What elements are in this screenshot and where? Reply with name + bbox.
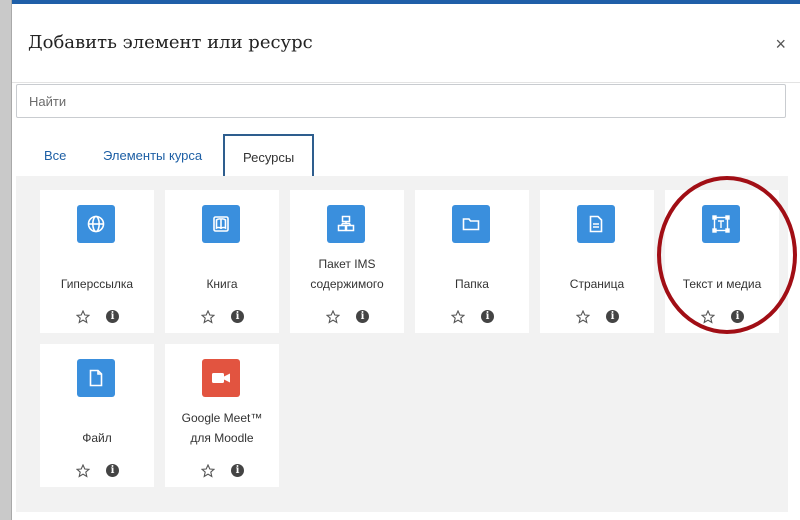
tile-url[interactable]: Гиперссылка i bbox=[40, 190, 154, 333]
dialog-header: Добавить элемент или ресурс × bbox=[12, 8, 800, 83]
text-media-icon bbox=[702, 205, 740, 243]
folder-icon bbox=[452, 205, 490, 243]
info-icon[interactable]: i bbox=[231, 310, 244, 323]
star-outline-icon[interactable] bbox=[701, 310, 715, 324]
close-button[interactable]: × bbox=[775, 34, 786, 55]
tile-folder[interactable]: Папка i bbox=[415, 190, 529, 333]
dialog-title: Добавить элемент или ресурс bbox=[28, 32, 313, 53]
tab-bar: Все Элементы курса Ресурсы bbox=[16, 128, 788, 178]
star-outline-icon[interactable] bbox=[326, 310, 340, 324]
tile-label: Пакет IMS bbox=[318, 257, 376, 271]
info-icon[interactable]: i bbox=[731, 310, 744, 323]
tile-label: Файл bbox=[82, 431, 112, 445]
tile-label: Книга bbox=[206, 277, 238, 291]
tile-label: Гиперссылка bbox=[60, 277, 134, 291]
background-page-edge bbox=[0, 0, 12, 520]
info-icon[interactable]: i bbox=[606, 310, 619, 323]
tile-page[interactable]: Страница i bbox=[540, 190, 654, 333]
video-camera-icon bbox=[202, 359, 240, 397]
tab-activities[interactable]: Элементы курса bbox=[103, 138, 202, 174]
tile-label: Папка bbox=[455, 277, 489, 291]
info-icon[interactable]: i bbox=[481, 310, 494, 323]
window-top-edge bbox=[0, 0, 800, 4]
tab-all[interactable]: Все bbox=[44, 138, 66, 174]
tile-label: Google Meet™ bbox=[181, 411, 263, 425]
star-outline-icon[interactable] bbox=[201, 464, 215, 478]
star-outline-icon[interactable] bbox=[76, 464, 90, 478]
globe-icon bbox=[77, 205, 115, 243]
tile-book[interactable]: Книга i bbox=[165, 190, 279, 333]
package-icon bbox=[327, 205, 365, 243]
info-icon[interactable]: i bbox=[356, 310, 369, 323]
tile-label: содержимого bbox=[310, 277, 384, 291]
module-chooser-grid: Гиперссылка i Книга i Пакет IMS содержим… bbox=[16, 176, 788, 512]
tile-label: Страница bbox=[569, 277, 625, 291]
tile-file[interactable]: Файл i bbox=[40, 344, 154, 487]
search-input[interactable] bbox=[16, 84, 786, 118]
info-icon[interactable]: i bbox=[106, 464, 119, 477]
tile-ims-package[interactable]: Пакет IMS содержимого i bbox=[290, 190, 404, 333]
info-icon[interactable]: i bbox=[106, 310, 119, 323]
tile-text-media[interactable]: Текст и медиа i bbox=[665, 190, 779, 333]
tile-label: для Moodle bbox=[190, 431, 254, 445]
star-outline-icon[interactable] bbox=[76, 310, 90, 324]
star-outline-icon[interactable] bbox=[576, 310, 590, 324]
tile-google-meet[interactable]: Google Meet™ для Moodle i bbox=[165, 344, 279, 487]
info-icon[interactable]: i bbox=[231, 464, 244, 477]
tile-label: Текст и медиа bbox=[682, 277, 762, 291]
tab-resources[interactable]: Ресурсы bbox=[223, 134, 315, 178]
page-icon bbox=[577, 205, 615, 243]
book-icon bbox=[202, 205, 240, 243]
star-outline-icon[interactable] bbox=[451, 310, 465, 324]
file-icon bbox=[77, 359, 115, 397]
star-outline-icon[interactable] bbox=[201, 310, 215, 324]
